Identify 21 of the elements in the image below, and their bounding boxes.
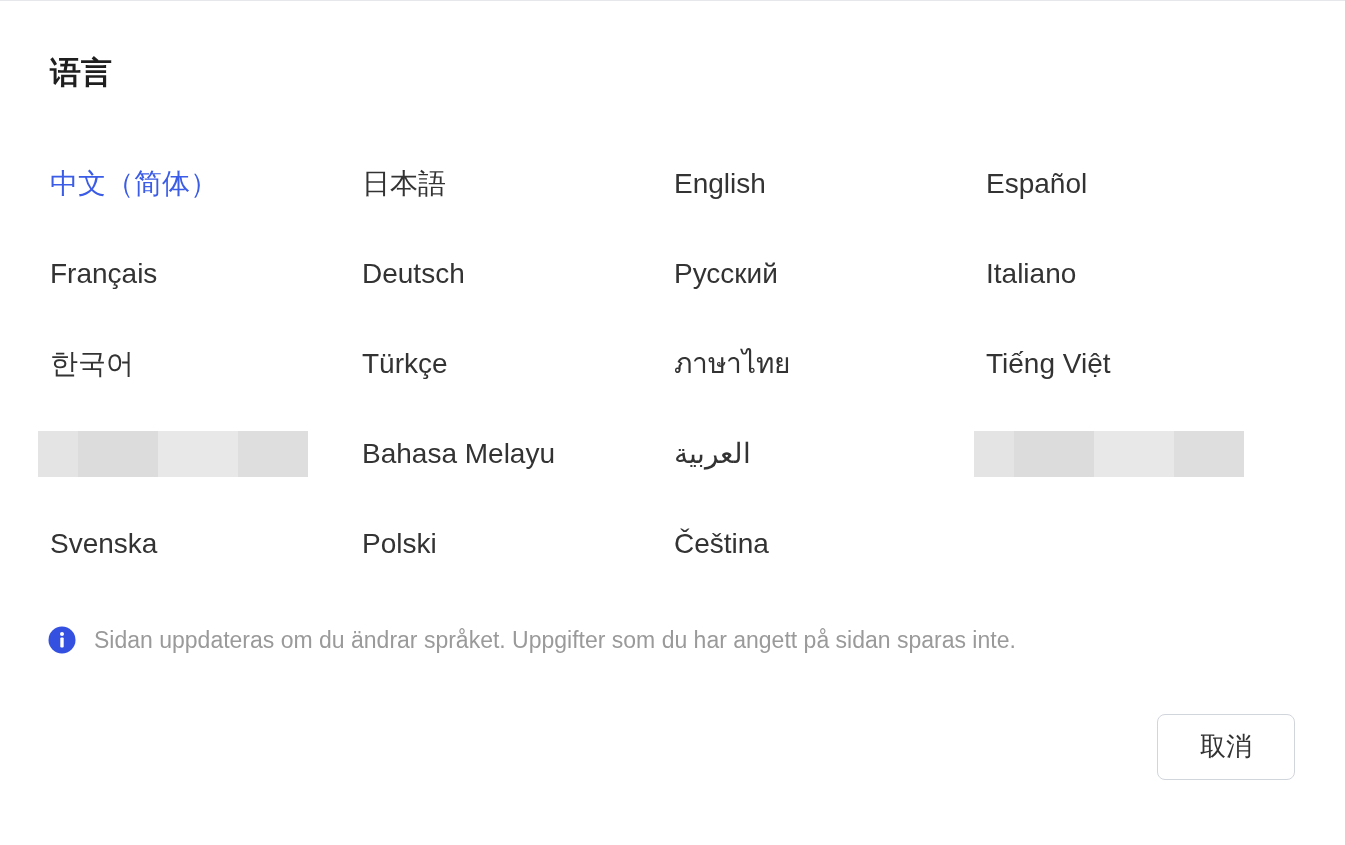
language-option[interactable]: 日本語 [362, 163, 446, 205]
language-option[interactable]: Čeština [674, 523, 769, 565]
language-option[interactable]: Türkçe [362, 343, 448, 385]
language-option[interactable]: 한국어 [50, 343, 134, 385]
language-option[interactable]: Italiano [986, 253, 1077, 295]
language-option[interactable]: English [674, 163, 766, 205]
language-option[interactable]: Français [50, 253, 158, 295]
language-option[interactable]: العربية [674, 433, 751, 475]
language-option[interactable]: Svenska [50, 523, 158, 565]
info-icon [48, 626, 76, 655]
language-option[interactable]: Español [986, 163, 1088, 205]
language-option[interactable]: Русский [674, 253, 778, 295]
cancel-button[interactable]: 取消 [1157, 713, 1295, 780]
language-option[interactable]: Tiếng Việt [986, 343, 1111, 385]
notice-text: Sidan uppdateras om du ändrar språket. Uppgifter som du har angett på sidan sparas inte. [94, 626, 1016, 655]
language-option[interactable]: Polski [362, 523, 437, 565]
dialog-title: 语言 [50, 54, 113, 92]
language-option[interactable]: Bahasa Melayu [362, 433, 555, 475]
language-option[interactable]: 中文（简体） [50, 163, 218, 205]
language-option[interactable]: Deutsch [362, 253, 465, 295]
language-option[interactable]: ภาษาไทย [674, 343, 790, 385]
